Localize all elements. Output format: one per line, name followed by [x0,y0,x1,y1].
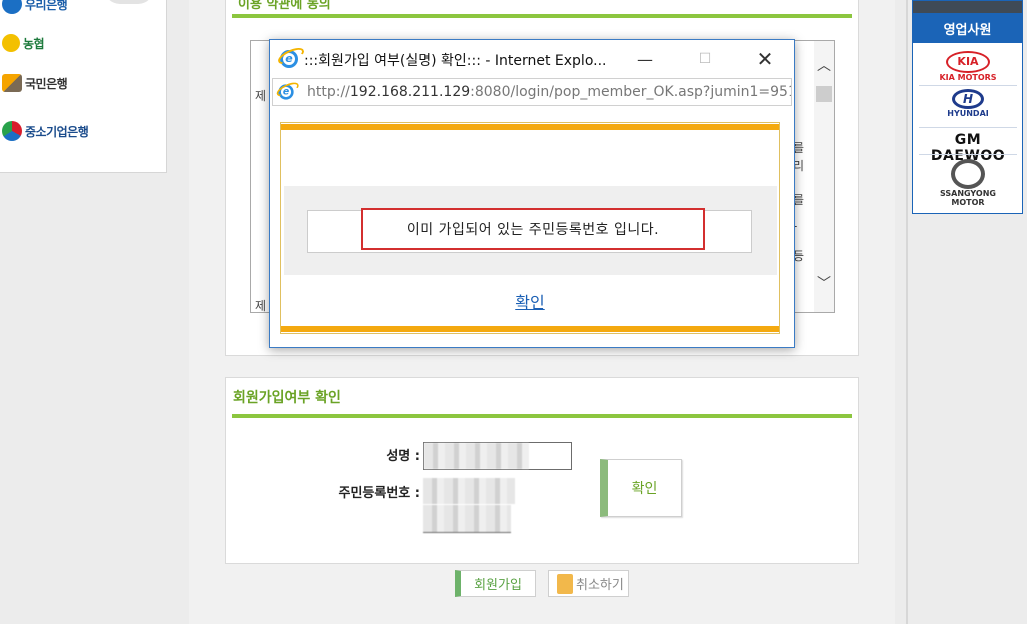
popup-window: e :::회원가입 여부(실명) 확인::: - Internet Explo.… [269,39,795,348]
ssangyong-caption: SSANGYONG MOTOR [939,189,996,207]
close-button[interactable]: ✕ [742,40,788,78]
kb-bank-logo-icon [2,74,22,92]
logo-divider [919,154,1017,155]
page-icon: e [278,84,294,100]
woori-bank-logo-icon [2,0,22,14]
hyundai-logo-icon[interactable]: H HYUNDAI [923,89,1013,118]
kia-caption: KIA MOTORS [939,73,997,82]
popup-top-bar [281,124,779,130]
logo-divider [919,127,1017,128]
car-dealer-ad[interactable]: 영업사원 KIA KIA MOTORS H HYUNDAI GM DAEWOO … [912,0,1023,214]
bank-label: 국민은행 [25,76,68,91]
ssangyong-mark [951,159,985,189]
popup-title: :::회원가입 여부(실명) 확인::: - Internet Explo... [304,53,607,69]
popup-content: 이미 가입되어 있는 주민등록번호 입니다. 확인 [280,122,780,334]
url-path: :8080/login/pop_member_OK.asp?jumin1=951… [470,84,792,100]
decorative-shape [104,0,154,4]
jumin-input-back[interactable] [423,505,511,533]
bank-link-nh[interactable]: 농협 [2,34,45,52]
popup-titlebar[interactable]: e :::회원가입 여부(실명) 확인::: - Internet Explo.… [270,40,794,78]
jumin-label: 주민등록번호 : [338,486,421,501]
cancel-icon [557,573,573,594]
jumin-input-front[interactable] [423,478,515,504]
ad-top-band [913,1,1022,13]
maximize-button[interactable]: ☐ [682,40,728,78]
terms-title: 이용 약관에 동의 [238,0,331,12]
ssangyong-logo-icon[interactable]: SSANGYONG MOTOR [923,159,1013,207]
section-divider [232,414,852,418]
cancel-button-label: 취소하기 [576,578,624,593]
minimize-button[interactable]: — [622,40,668,78]
alert-message: 이미 가입되어 있는 주민등록번호 입니다. [361,208,705,250]
logo-divider [919,85,1017,86]
ibk-bank-logo-icon [2,121,22,141]
check-button[interactable]: 확인 [600,459,682,517]
scrollbar-thumb[interactable] [816,86,832,102]
hyundai-mark: H [952,89,984,109]
ok-link[interactable]: 확인 [281,289,779,313]
bank-link-kb[interactable]: 국민은행 [2,74,68,92]
terms-text-fragment: 제 [255,299,267,313]
bank-label: 농협 [23,36,45,51]
section-divider [232,14,852,18]
internet-explorer-icon: e [280,50,298,68]
address-bar[interactable]: e http://192.168.211.129:8080/login/pop_… [272,78,792,106]
terms-text-fragment: 제 [255,89,267,103]
scroll-up-icon[interactable]: ︿ [817,55,831,75]
scroll-down-icon[interactable]: ﹀ [817,273,831,293]
url-prefix: http:// [307,84,350,100]
redacted-value [424,443,529,469]
kia-mark: KIA [946,51,990,73]
terms-scrollbar[interactable]: ︿ ﹀ [814,41,834,312]
name-input[interactable] [423,442,572,470]
cancel-button[interactable]: 취소하기 [548,570,629,597]
ad-header: 영업사원 [913,13,1022,43]
join-button[interactable]: 회원가입 [455,570,536,597]
bank-label: 중소기업은행 [25,124,89,139]
bank-link-woori[interactable]: 우리은행 [2,0,68,14]
bank-label: 우리은행 [25,0,68,12]
url-host: 192.168.211.129 [349,84,471,100]
name-label: 성명 : [386,449,420,464]
right-divider [906,0,908,624]
member-check-section: 회원가입여부 확인 성명 : 주민등록번호 : 확인 [225,377,859,564]
bank-links-panel: 우리은행 농협 국민은행 중소기업은행 [0,0,167,173]
hyundai-caption: HYUNDAI [947,109,989,118]
member-check-title: 회원가입여부 확인 [233,390,341,406]
kia-logo-icon[interactable]: KIA KIA MOTORS [923,51,1013,82]
bank-link-ibk[interactable]: 중소기업은행 [2,121,89,141]
nh-bank-logo-icon [2,34,20,52]
popup-bottom-bar [281,326,779,332]
address-url[interactable]: http://192.168.211.129:8080/login/pop_me… [307,84,792,100]
